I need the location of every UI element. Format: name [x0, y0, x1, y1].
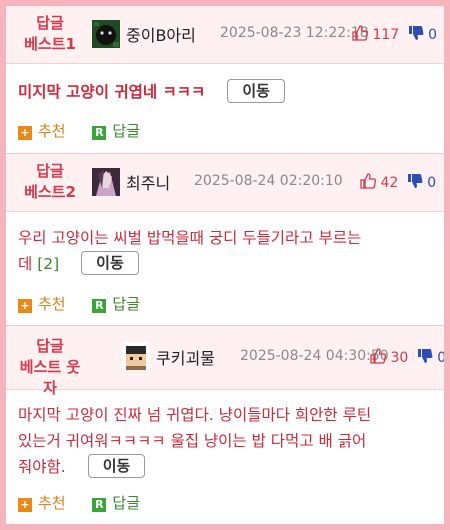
timestamp: 2025-08-24 02:20:10 [194, 173, 343, 189]
nickname[interactable]: 중이B아리 [126, 22, 196, 46]
reply-button[interactable]: R 답글 [92, 120, 140, 141]
dislike-count: 0 [437, 350, 444, 366]
move-button[interactable]: 이동 [87, 454, 146, 478]
best-reply-1: 답글 베스트1 중이B아리 2025-08-23 12:22:18 117 0 … [6, 6, 444, 154]
plus-icon: + [18, 126, 32, 140]
dislike-count: 0 [427, 175, 437, 191]
thumbs-down-icon[interactable] [408, 25, 424, 45]
nickname[interactable]: 쿠키괴물 [156, 345, 215, 369]
pixel-character-avatar-icon[interactable] [122, 342, 150, 370]
like-count: 117 [372, 27, 400, 43]
dislike-count: 0 [428, 27, 438, 43]
reply-header: 답글 베스트 웃자 쿠키괴물 2025-08-24 04:30:50 30 0 [6, 326, 444, 397]
recommend-button[interactable]: + 추천 [18, 492, 66, 513]
vote-counts: 117 0 [352, 25, 437, 45]
reply-r-icon: R [92, 299, 107, 313]
thumbs-up-icon[interactable] [370, 348, 387, 368]
thumbs-down-icon[interactable] [407, 173, 423, 193]
reply-button[interactable]: R 답글 [92, 293, 140, 314]
reply-button[interactable]: R 답글 [92, 492, 140, 513]
best-reply-2: 답글 베스트2 최주니 2025-08-24 02:20:10 42 0 우리 … [6, 154, 444, 326]
reply-actions: + 추천 R 답글 [18, 293, 162, 314]
vote-counts: 42 0 [360, 173, 436, 193]
reply-content: 마지막 고양이 진짜 넘 귀엽다. 냥이들마다 희안한 루틴 있는거 귀여워ㅋㅋ… [18, 406, 372, 478]
thumbs-up-icon[interactable] [352, 25, 369, 45]
timestamp: 2025-08-23 12:22:18 [220, 25, 369, 41]
plus-icon: + [18, 498, 32, 512]
reply-r-icon: R [92, 498, 107, 512]
recommend-button[interactable]: + 추천 [18, 293, 66, 314]
best-replies-panel: 답글 베스트1 중이B아리 2025-08-23 12:22:18 117 0 … [6, 6, 444, 524]
reply-actions: + 추천 R 답글 [18, 492, 162, 513]
like-count: 30 [390, 350, 409, 366]
move-button[interactable]: 이동 [81, 251, 139, 275]
thumbs-down-icon[interactable] [417, 348, 433, 368]
vote-counts: 30 0 [370, 348, 444, 368]
black-creature-avatar-icon[interactable] [92, 20, 120, 48]
best-reply-3: 답글 베스트 웃자 쿠키괴물 2025-08-24 04:30:50 30 0 … [6, 326, 444, 524]
reply-actions: + 추천 R 답글 [18, 120, 162, 141]
best-badge: 답글 베스트2 [24, 162, 76, 201]
recommend-button[interactable]: + 추천 [18, 120, 66, 141]
best-badge: 답글 베스트1 [24, 14, 76, 53]
reply-header: 답글 베스트1 중이B아리 2025-08-23 12:22:18 117 0 [6, 6, 444, 64]
reply-header: 답글 베스트2 최주니 2025-08-24 02:20:10 42 0 [6, 154, 444, 212]
plus-icon: + [18, 299, 32, 313]
best-badge: 답글 베스트 웃자 [19, 337, 81, 397]
anime-girl-avatar-icon[interactable] [92, 168, 120, 196]
reply-content: 미지막 고양이 귀엽네 ㅋㅋㅋ 이동 [18, 79, 434, 105]
nickname[interactable]: 최주니 [126, 170, 170, 194]
thumbs-up-icon[interactable] [360, 173, 377, 193]
comment-count[interactable]: [2] [37, 255, 59, 273]
reply-r-icon: R [92, 126, 107, 140]
move-button[interactable]: 이동 [227, 79, 285, 103]
reply-content: 우리 고양이는 씨벌 밥먹을때 궁디 두들기라고 부르는 데 [2] 이동 [18, 229, 362, 275]
timestamp: 2025-08-24 04:30:50 [240, 348, 389, 364]
like-count: 42 [380, 175, 399, 191]
